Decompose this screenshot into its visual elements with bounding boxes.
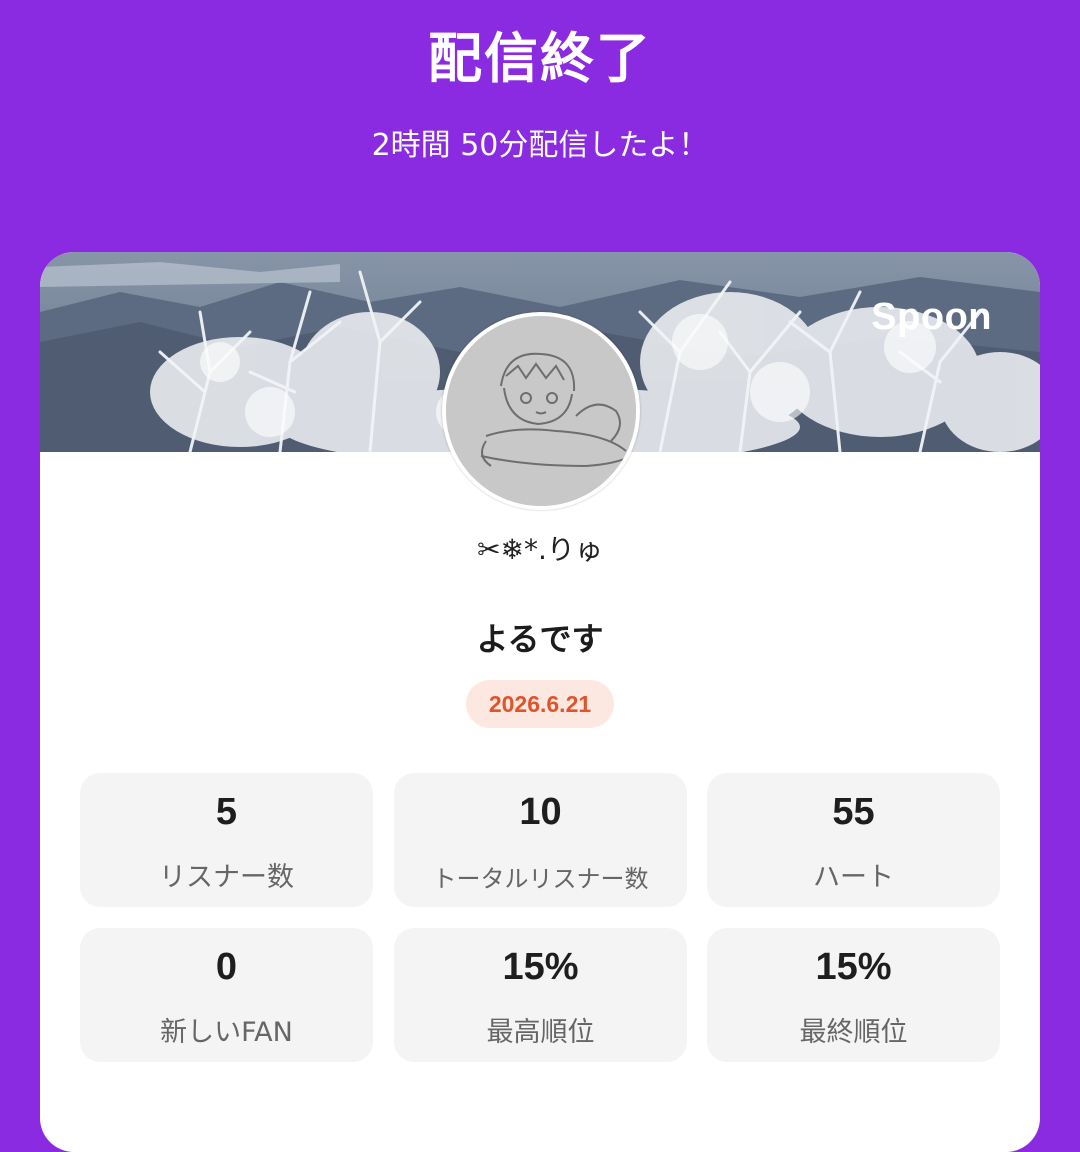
stat-value: 15% bbox=[502, 946, 579, 988]
stat-highest-rank: 15% 最高順位 bbox=[394, 928, 687, 1062]
avatar-sketch-image bbox=[446, 316, 636, 506]
stat-hearts: 55 ハート bbox=[707, 773, 1000, 907]
stat-label: ハート bbox=[813, 862, 894, 893]
stat-value: 0 bbox=[215, 946, 238, 988]
stat-label: トータルリスナー数 bbox=[432, 865, 649, 893]
stat-value: 5 bbox=[215, 791, 238, 833]
stream-title: よるです bbox=[476, 620, 604, 658]
avatar bbox=[442, 312, 640, 510]
stat-value: 15% bbox=[815, 946, 892, 988]
stat-total-listeners: 10 トータルリスナー数 bbox=[394, 773, 687, 907]
stat-label: 新しいFAN bbox=[160, 1017, 293, 1048]
stat-label: 最終順位 bbox=[799, 1017, 908, 1048]
broadcast-summary-card: Spoon ✂︎❄︎*.りゅ よるです 2026.6.21 5 リスナー数 10 bbox=[40, 252, 1040, 1152]
stat-label: 最高順位 bbox=[486, 1017, 595, 1048]
stat-label: リスナー数 bbox=[159, 862, 294, 893]
stat-final-rank: 15% 最終順位 bbox=[707, 928, 1000, 1062]
stat-new-fans: 0 新しいFAN bbox=[80, 928, 373, 1062]
spoon-logo: Spoon bbox=[871, 296, 992, 338]
stat-listeners: 5 リスナー数 bbox=[80, 773, 373, 907]
page-title: 配信終了 bbox=[428, 27, 652, 90]
broadcast-duration: 2時間 50分配信したよ！ bbox=[371, 128, 709, 163]
stat-value: 55 bbox=[832, 791, 875, 833]
date-badge: 2026.6.21 bbox=[466, 680, 614, 728]
username: ✂︎❄︎*.りゅ bbox=[477, 533, 603, 566]
stat-value: 10 bbox=[519, 791, 562, 833]
